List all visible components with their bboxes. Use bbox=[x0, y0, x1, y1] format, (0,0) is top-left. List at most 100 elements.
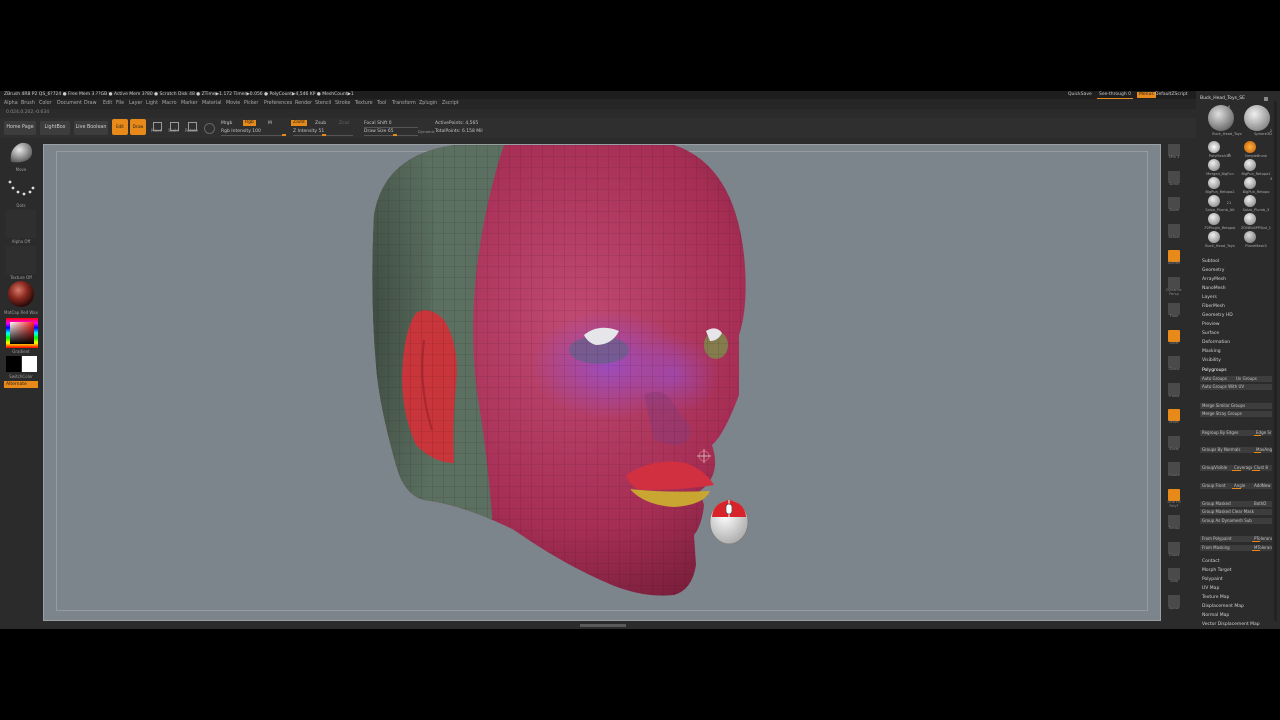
tool-thumb-p2plugin-retopol[interactable] bbox=[1208, 213, 1220, 225]
tool-thumb-simplebrush[interactable] bbox=[1244, 141, 1256, 153]
menu-marker[interactable]: Marker bbox=[181, 101, 198, 106]
head-model[interactable] bbox=[344, 145, 764, 615]
group-masked-clear-mask-button[interactable]: Group Masked Clear Mask bbox=[1200, 509, 1272, 515]
dynamic-button[interactable]: Dynamic bbox=[418, 129, 435, 134]
section-masking[interactable]: Masking bbox=[1202, 349, 1221, 354]
shelf-rotate-button[interactable]: Rotate bbox=[1168, 462, 1180, 477]
ptolerance-slider[interactable]: PTolerance bbox=[1252, 536, 1272, 542]
section-geometry[interactable]: Geometry bbox=[1202, 268, 1224, 273]
bothd-button[interactable]: BothD bbox=[1252, 501, 1272, 507]
shelf-scale-button[interactable]: Scale bbox=[1168, 435, 1180, 451]
tool-thumb-bigpun-retopo1[interactable] bbox=[1244, 159, 1256, 171]
texture-slot[interactable] bbox=[6, 246, 36, 274]
menu-draw[interactable]: Draw bbox=[84, 101, 97, 106]
z-intensity-slider[interactable]: Z Intensity 51 bbox=[293, 129, 324, 134]
menu-tool[interactable]: Tool bbox=[377, 101, 386, 106]
menu-texture[interactable]: Texture bbox=[355, 101, 373, 106]
draw-button[interactable]: Draw bbox=[130, 119, 146, 135]
section-fibermesh[interactable]: FiberMesh bbox=[1202, 304, 1225, 309]
home-page-button[interactable]: Home Page bbox=[4, 121, 36, 135]
shelf-solo-button[interactable]: Solo bbox=[1168, 568, 1180, 583]
section-arraymesh[interactable]: ArrayMesh bbox=[1202, 277, 1226, 282]
rgb-intensity-knob[interactable] bbox=[282, 134, 286, 136]
section-vector-displacement-map[interactable]: Vector Displacement Map bbox=[1202, 622, 1260, 627]
alternate-button[interactable]: Alternate bbox=[4, 381, 38, 388]
shelf-gizmo-button[interactable]: Gizmo bbox=[1168, 356, 1180, 371]
alpha-slot[interactable] bbox=[6, 210, 36, 238]
section-morph-target[interactable]: Morph Target bbox=[1202, 568, 1232, 573]
tool-thumb-buck-head-toys[interactable] bbox=[1208, 231, 1220, 243]
canvas-viewport[interactable] bbox=[43, 144, 1161, 621]
shelf-transp-button[interactable]: Transp bbox=[1168, 515, 1180, 530]
quicksave-button[interactable]: QuickSave bbox=[1066, 92, 1094, 98]
menu-transform[interactable]: Transform bbox=[392, 101, 416, 106]
from-polypaint-button[interactable]: From Polypaint bbox=[1200, 536, 1254, 542]
secondary-color-swatch[interactable] bbox=[6, 356, 21, 372]
default-zscript-button[interactable]: DefaultZScript bbox=[1153, 92, 1190, 98]
shelf-xpose-button[interactable]: Xpose bbox=[1168, 594, 1180, 610]
auto-groups-button[interactable]: Auto Groups bbox=[1200, 376, 1234, 382]
tool-thumb-zoned4ppsbd-1[interactable] bbox=[1244, 213, 1256, 225]
zsub-button[interactable]: Zsub bbox=[315, 121, 326, 126]
section-layers[interactable]: Layers bbox=[1202, 295, 1217, 300]
menu-render[interactable]: Render bbox=[295, 101, 312, 106]
section-nanomesh[interactable]: NanoMesh bbox=[1202, 286, 1226, 291]
menu-stencil[interactable]: Stencil bbox=[315, 101, 331, 106]
draw-size-slider[interactable]: Draw Size 65 bbox=[364, 129, 394, 134]
section-displacement-map[interactable]: Displacement Map bbox=[1202, 604, 1244, 609]
tool-thumb-bigpun-retopo[interactable] bbox=[1244, 177, 1256, 189]
polygroups-header[interactable]: Polygroups bbox=[1202, 368, 1227, 373]
lightbox-button[interactable]: LightBox bbox=[40, 121, 70, 135]
section-contact[interactable]: Contact bbox=[1202, 559, 1220, 564]
menu-picker[interactable]: Picker bbox=[244, 101, 258, 106]
shelf-line-fill-polyf-button[interactable]: Line Fill PolyF bbox=[1167, 488, 1181, 508]
section-geometry-hd[interactable]: Geometry HD bbox=[1202, 313, 1233, 318]
tool-thumb-polymesh3d[interactable] bbox=[1208, 141, 1220, 153]
section-preview[interactable]: Preview bbox=[1202, 322, 1220, 327]
uv-groups-button[interactable]: Uv Groups bbox=[1234, 376, 1272, 382]
menu-brush[interactable]: Brush bbox=[21, 101, 35, 106]
menu-preferences[interactable]: Preferences bbox=[264, 101, 292, 106]
shelf-move-button[interactable]: Move bbox=[1168, 409, 1180, 424]
menu-file[interactable]: File bbox=[116, 101, 124, 106]
section-subtool[interactable]: Subtool bbox=[1202, 259, 1219, 264]
tool-thumb-planemask3[interactable] bbox=[1244, 231, 1256, 243]
mtolerance-slider[interactable]: MTolerance bbox=[1252, 545, 1272, 551]
addnew-button[interactable]: AddNew bbox=[1252, 483, 1272, 489]
section-polypaint[interactable]: Polypaint bbox=[1202, 577, 1223, 582]
from-masking-button[interactable]: From Masking bbox=[1200, 545, 1254, 551]
tool-thumb-salzo-plumb-3[interactable] bbox=[1244, 195, 1256, 207]
section-deformation[interactable]: Deformation bbox=[1202, 340, 1230, 345]
edge-sr-slider[interactable]: Edge Sr bbox=[1254, 430, 1272, 436]
live-boolean-button[interactable]: Live Boolean bbox=[74, 121, 108, 135]
menu-edit[interactable]: Edit bbox=[103, 101, 112, 106]
menu-stroke[interactable]: Stroke bbox=[335, 101, 350, 106]
maxang-slider[interactable]: MaxAng bbox=[1254, 447, 1272, 453]
tool-thumb-bigpun-retopo2[interactable] bbox=[1208, 177, 1220, 189]
z-intensity-knob[interactable] bbox=[322, 134, 326, 136]
coverage-slider[interactable]: Coverage bbox=[1232, 465, 1254, 471]
tool-header-icon[interactable] bbox=[1264, 97, 1268, 101]
shelf-scroll-button[interactable]: Scroll bbox=[1168, 170, 1180, 186]
menu-material[interactable]: Material bbox=[202, 101, 222, 106]
rgb-button[interactable]: Rgb bbox=[243, 120, 256, 126]
transp-icon[interactable] bbox=[204, 123, 215, 134]
menu-zscript[interactable]: Zscript bbox=[442, 101, 459, 106]
menu-zplugin[interactable]: Zplugin bbox=[419, 101, 437, 106]
main-color-swatch[interactable] bbox=[22, 356, 37, 372]
bottom-shelf-tab[interactable] bbox=[580, 624, 626, 627]
section-normal-map[interactable]: Normal Map bbox=[1202, 613, 1229, 618]
tray-scrollbar[interactable] bbox=[1274, 101, 1277, 621]
scale-button[interactable]: Scale bbox=[166, 120, 181, 135]
shelf-frame-button[interactable]: Frame bbox=[1168, 382, 1180, 398]
menu-light[interactable]: Light bbox=[146, 101, 158, 106]
focal-shift-slider[interactable]: Focal Shift 0 bbox=[364, 121, 392, 126]
zcut-button[interactable]: Zcut bbox=[339, 121, 349, 126]
group-as-dynamesh-sub-button[interactable]: Group As Dynamesh Sub bbox=[1200, 518, 1272, 524]
rotate-button[interactable]: Rotate bbox=[184, 120, 199, 135]
shelf-aahalf-button[interactable]: AAHalf bbox=[1168, 250, 1180, 265]
regroup-by-edges-button[interactable]: Regroup By Edges bbox=[1200, 430, 1256, 436]
shelf-ghost-button[interactable]: Ghost bbox=[1168, 541, 1180, 557]
menu-document[interactable]: Document bbox=[57, 101, 82, 106]
move-button[interactable]: Move bbox=[149, 120, 164, 135]
